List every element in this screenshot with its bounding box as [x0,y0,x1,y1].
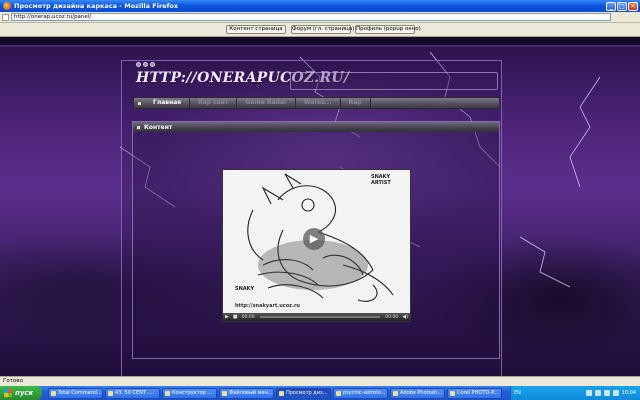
dot-icon [143,62,148,67]
status-bar: Готово [0,376,640,386]
player-controls: ▶ ■ 00:00 00:00 ◀) [223,313,410,321]
dot-icon [136,62,141,67]
content-header: Контент [133,122,499,132]
task-50-cent[interactable]: 43. 50 CENT -... [105,387,160,399]
play-overlay-button[interactable]: ▶ [303,228,325,250]
content-page-button[interactable]: Контент страница [226,25,286,34]
overlay-logo-text: SNAKY [235,286,255,292]
preview-toolbar: Контент страница Форум (гл. страница) Пр… [0,23,640,37]
overlay-artist-text: SNAKY ARTIST [371,174,391,186]
address-bar: http://onerap.ucoz.ru/panel/ [0,12,640,23]
time-current: 00:00 [241,314,255,320]
page-viewport: HTTP://ONERAPUCOZ.RU/ Главная Rap сайт G… [0,37,640,376]
task-total-commander[interactable]: Total Command... [48,387,103,399]
system-tray: EN 10:04 [510,386,640,400]
video-player[interactable]: SNAKY ARTIST SNAKY http://snakyart.ucoz.… [222,169,411,322]
url-input[interactable]: http://onerap.ucoz.ru/panel/ [11,13,611,21]
window-dots [136,62,155,67]
minimize-button[interactable]: _ [606,1,616,11]
clock: 10:04 [621,390,636,396]
content-title: Контент [144,123,173,131]
time-total: 00:00 [385,314,399,320]
language-indicator[interactable]: EN [514,390,521,396]
start-label: пуск [15,389,34,397]
seek-bar[interactable] [259,316,381,318]
task-constructor[interactable]: Конструктор ... [162,387,217,399]
task-file-manager[interactable]: Файловый мен... [219,387,274,399]
task-psychic-astrolo[interactable]: psychic-astrolo... [333,387,388,399]
page-top-stripe [0,45,640,47]
dot-icon [150,62,155,67]
volume-button[interactable]: ◀) [402,314,408,320]
window-title: Просмотр дизайна каркаса - Mozilla Firef… [14,2,179,10]
nav-item-game-radar[interactable]: Game Radar [237,97,296,109]
start-button[interactable]: пуск [0,386,42,400]
forum-page-button[interactable]: Форум (гл. страница) [291,25,354,34]
stop-button[interactable]: ■ [233,314,238,320]
window-controls: _ □ ✕ [606,1,638,11]
tray-shield-icon[interactable] [612,390,619,396]
tray-app-icon[interactable] [603,390,610,396]
window-titlebar: Просмотр дизайна каркаса - Mozilla Firef… [0,0,640,12]
video-screen[interactable]: SNAKY ARTIST SNAKY http://snakyart.ucoz.… [223,170,410,313]
play-button[interactable]: ▶ [225,314,229,320]
overlay-url-text: http://snakyart.ucoz.ru [235,303,300,309]
maximize-button[interactable]: □ [617,1,627,11]
nav-item-rap-site[interactable]: Rap сайт [190,97,238,109]
tray-network-icon[interactable] [585,390,592,396]
nav-item-home[interactable]: Главная [145,97,191,109]
header-box [290,72,498,90]
firefox-icon [3,2,11,10]
tray-volume-icon[interactable] [594,390,601,396]
task-list: Total Command... 43. 50 CENT -... Констр… [48,387,502,399]
close-button[interactable]: ✕ [628,1,638,11]
content-bullet-icon [136,124,141,130]
task-corel-photo[interactable]: Corel PHOTO-P... [447,387,502,399]
nav-item-rap[interactable]: Rap [341,97,371,109]
task-design-preview[interactable]: Просмотр диз... [276,387,331,399]
nav-item-warez[interactable]: Warez... [296,97,341,109]
taskbar: пуск Total Command... 43. 50 CENT -... К… [0,386,640,400]
page-top-band [0,37,640,45]
task-photoshop[interactable]: Adobe Photosh... [390,387,445,399]
site-nav: Главная Rap сайт Game Radar Warez... Rap [133,97,500,109]
profile-popup-button[interactable]: Профиль (popup окно) [355,25,421,34]
windows-flag-icon [4,389,12,397]
nav-bullet-icon [137,100,142,106]
page-icon [2,13,9,21]
